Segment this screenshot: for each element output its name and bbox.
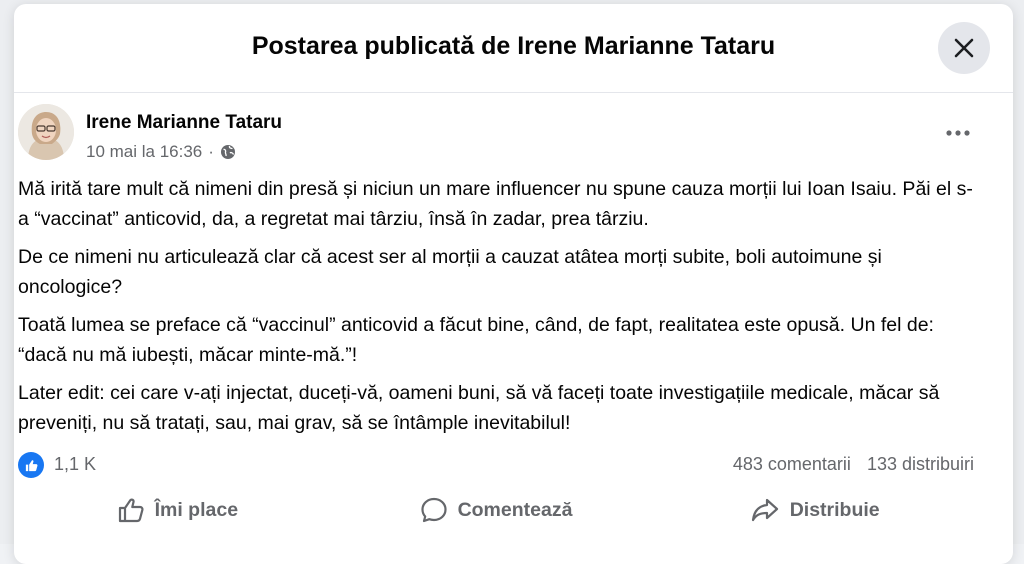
modal-header: Postarea publicată de Irene Marianne Tat…: [14, 4, 1013, 93]
globe-icon[interactable]: [220, 144, 236, 160]
more-dots-icon: [946, 130, 970, 136]
post-paragraph: De ce nimeni nu articulează clar că aces…: [18, 246, 882, 298]
post-paragraph: Mă irită tare mult că nimeni din presă ș…: [18, 178, 973, 230]
avatar[interactable]: [18, 104, 74, 160]
close-button[interactable]: [938, 22, 990, 74]
like-label: Îmi place: [154, 498, 239, 521]
comment-button[interactable]: Comentează: [337, 490, 656, 530]
comment-label: Comentează: [457, 498, 573, 521]
stats-right: 483 comentarii 133 distribuiri: [733, 454, 974, 475]
thumbs-up-outline-icon: [118, 498, 144, 523]
more-options-button[interactable]: [938, 118, 978, 148]
post-header: Irene Marianne Tataru 10 mai la 16:36 ·: [18, 104, 978, 164]
avatar-image: [18, 104, 74, 160]
share-button[interactable]: Distribuie: [655, 490, 974, 530]
reaction-count[interactable]: 1,1 K: [54, 454, 96, 475]
close-icon: [954, 38, 974, 58]
post-meta: 10 mai la 16:36 ·: [86, 142, 236, 162]
comment-bubble-icon: [420, 497, 447, 523]
thumbs-up-icon: [25, 459, 37, 471]
share-label: Distribuie: [789, 498, 880, 521]
action-bar: Îmi place Comentează Distribuie: [18, 490, 974, 530]
like-reaction-icon[interactable]: [18, 452, 44, 478]
post-paragraph: Later edit: cei care v-ați injectat, duc…: [18, 382, 940, 434]
post-paragraph: Toată lumea se preface că “vaccinul” ant…: [18, 314, 934, 366]
comments-count[interactable]: 483 comentarii: [733, 454, 851, 475]
author-name[interactable]: Irene Marianne Tataru: [86, 112, 282, 134]
meta-separator: ·: [208, 142, 214, 161]
share-arrow-icon: [751, 498, 778, 522]
post-stats: 1,1 K 483 comentarii 133 distribuiri: [18, 450, 974, 480]
modal-title: Postarea publicată de Irene Marianne Tat…: [251, 32, 776, 60]
post-text: Mă irită tare mult că nimeni din presă ș…: [18, 174, 978, 446]
post-timestamp[interactable]: 10 mai la 16:36: [86, 142, 202, 162]
like-button[interactable]: Îmi place: [18, 490, 337, 530]
shares-count[interactable]: 133 distribuiri: [867, 454, 974, 475]
